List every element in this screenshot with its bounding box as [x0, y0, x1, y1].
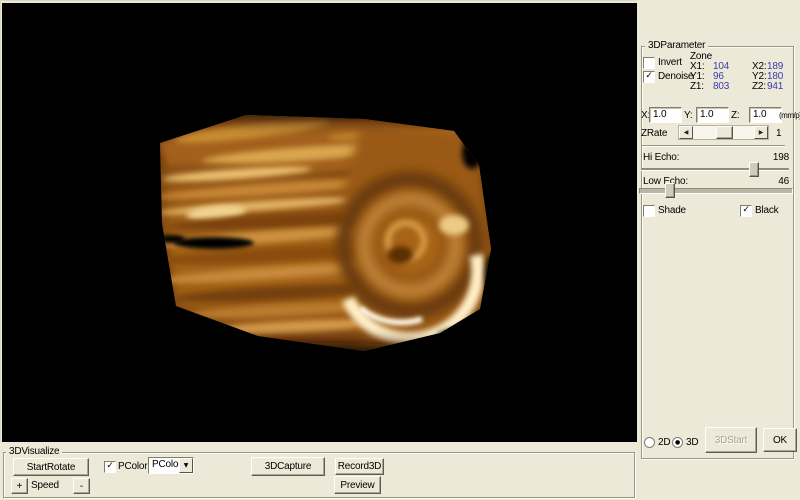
- scale-z-label: Z:: [731, 111, 740, 121]
- speed-label: Speed: [31, 481, 59, 491]
- ok-button[interactable]: OK: [763, 428, 797, 452]
- hi-echo-slider-track[interactable]: [641, 168, 789, 171]
- zrate-value: 1: [776, 129, 781, 139]
- denoise-checkbox[interactable]: ✓: [643, 71, 655, 83]
- zone-z2-label: Z2:: [752, 82, 766, 92]
- low-echo-slider-thumb[interactable]: [665, 183, 675, 198]
- invert-checkbox[interactable]: [643, 57, 655, 69]
- zone-z1-label: Z1:: [690, 82, 704, 92]
- 3dstart-button[interactable]: 3DStart: [705, 427, 757, 453]
- denoise-checkmark: ✓: [645, 71, 652, 81]
- app-window: { "colors": { "panel_bg": "#ece9d8", "va…: [0, 0, 800, 500]
- mode-3d-label: 3D: [686, 438, 698, 448]
- zrate-scrollbar-thumb[interactable]: [716, 126, 733, 139]
- zone-z2-value: 941: [767, 82, 783, 92]
- 3d-viewport[interactable]: [2, 3, 637, 442]
- 3dcapture-button[interactable]: 3DCapture: [251, 457, 325, 476]
- mode-2d-radio[interactable]: [644, 437, 655, 448]
- scale-unit-label: (mm/p): [779, 111, 800, 121]
- scale-y-label: Y:: [684, 111, 693, 121]
- ultrasound-volume-render: [2, 3, 637, 442]
- scale-y-input[interactable]: 1.0: [696, 107, 729, 123]
- scroll-left-icon[interactable]: ◀: [679, 126, 693, 139]
- visualize-panel: 3DVisualize StartRotate + Speed - ✓ PCol…: [0, 442, 637, 500]
- black-label: Black: [755, 206, 778, 216]
- hi-echo-slider-thumb[interactable]: [749, 162, 759, 177]
- pcolor-dropdown-value: PColor: [152, 459, 181, 470]
- scale-x-input[interactable]: 1.0: [649, 107, 682, 123]
- pcolor-checkbox[interactable]: ✓: [104, 461, 116, 473]
- speed-minus-button[interactable]: -: [73, 478, 90, 494]
- shade-checkbox[interactable]: [643, 205, 655, 217]
- start-rotate-button[interactable]: StartRotate: [13, 458, 89, 476]
- zone-row: Z1: 803 Z2: 941: [690, 82, 795, 92]
- low-echo-slider-track[interactable]: [639, 188, 793, 194]
- chevron-down-icon[interactable]: ▼: [179, 458, 193, 473]
- mode-3d-radio[interactable]: ●: [672, 437, 683, 448]
- speed-plus-button[interactable]: +: [11, 478, 28, 494]
- zrate-scrollbar[interactable]: ◀ ▶: [678, 125, 769, 140]
- shade-label: Shade: [658, 206, 686, 216]
- record3d-button[interactable]: Record3D: [335, 458, 384, 475]
- pcolor-dropdown[interactable]: PColor ▼: [148, 457, 194, 474]
- black-checkmark: ✓: [742, 205, 749, 215]
- parameter-groupbox-title: 3DParameter: [645, 41, 708, 51]
- pcolor-checkmark: ✓: [106, 461, 113, 471]
- divider: [642, 145, 785, 147]
- preview-button[interactable]: Preview: [334, 476, 381, 494]
- pcolor-label: PColor: [118, 462, 147, 472]
- zrate-label: ZRate: [641, 129, 667, 139]
- hi-echo-label: Hi Echo:: [643, 153, 679, 163]
- mode-2d-label: 2D: [658, 438, 670, 448]
- zone-z1-value: 803: [713, 82, 729, 92]
- scroll-right-icon[interactable]: ▶: [754, 126, 768, 139]
- mode-3d-dot: ●: [675, 439, 680, 446]
- denoise-label: Denoise: [658, 72, 693, 82]
- visualize-groupbox-title: 3DVisualize: [6, 447, 62, 457]
- parameter-panel: 3DParameter Invert ✓ Denoise Zone X1: 10…: [637, 0, 800, 500]
- black-checkbox[interactable]: ✓: [740, 205, 752, 217]
- hi-echo-value: 198: [758, 153, 789, 163]
- scale-z-input[interactable]: 1.0: [749, 107, 782, 123]
- invert-label: Invert: [658, 58, 682, 68]
- low-echo-value: 46: [758, 177, 789, 187]
